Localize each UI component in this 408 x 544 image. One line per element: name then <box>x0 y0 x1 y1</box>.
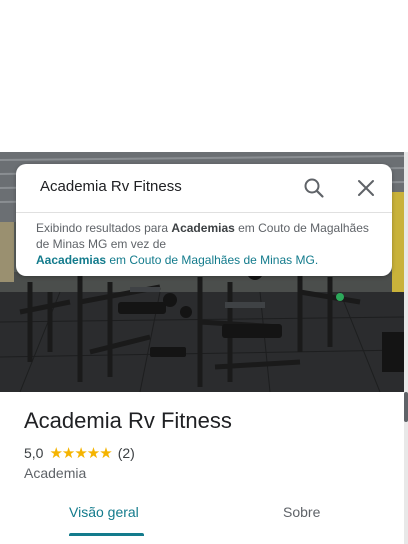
blank-area <box>0 0 408 152</box>
scrollbar-thumb[interactable] <box>404 392 408 422</box>
active-tab-indicator <box>69 533 144 536</box>
rating-value: 5,0 <box>24 445 44 461</box>
close-icon[interactable] <box>354 176 378 200</box>
place-category[interactable]: Academia <box>24 465 86 481</box>
tab-overview[interactable]: Visão geral <box>69 504 139 520</box>
star-icon: ★★★★★ <box>49 445 112 462</box>
search-icon[interactable] <box>302 176 326 200</box>
suggestion-corrected-term: Academias <box>171 221 235 235</box>
spelling-suggestion: Exibindo resultados para Academias em Co… <box>36 220 376 268</box>
search-instead-term[interactable]: Aacademias <box>36 253 106 267</box>
rating-row[interactable]: 5,0 ★★★★★ (2) <box>24 444 135 462</box>
place-tabs: Visão geral Sobre <box>0 496 404 544</box>
search-card: Academia Rv Fitness Exibindo resultados … <box>16 164 392 276</box>
place-title: Academia Rv Fitness <box>24 408 232 433</box>
suggestion-prefix: Exibindo resultados para <box>36 221 172 235</box>
search-instead-rest[interactable]: em Couto de Magalhães de Minas MG. <box>106 253 318 267</box>
review-count[interactable]: (2) <box>118 445 135 461</box>
search-input[interactable]: Academia Rv Fitness <box>40 178 182 195</box>
search-bar[interactable]: Academia Rv Fitness <box>16 164 392 213</box>
search-instead-link[interactable]: Aacademias em Couto de Magalhães de Mina… <box>36 253 318 267</box>
scrollbar[interactable] <box>404 152 408 544</box>
tab-about[interactable]: Sobre <box>283 504 320 520</box>
